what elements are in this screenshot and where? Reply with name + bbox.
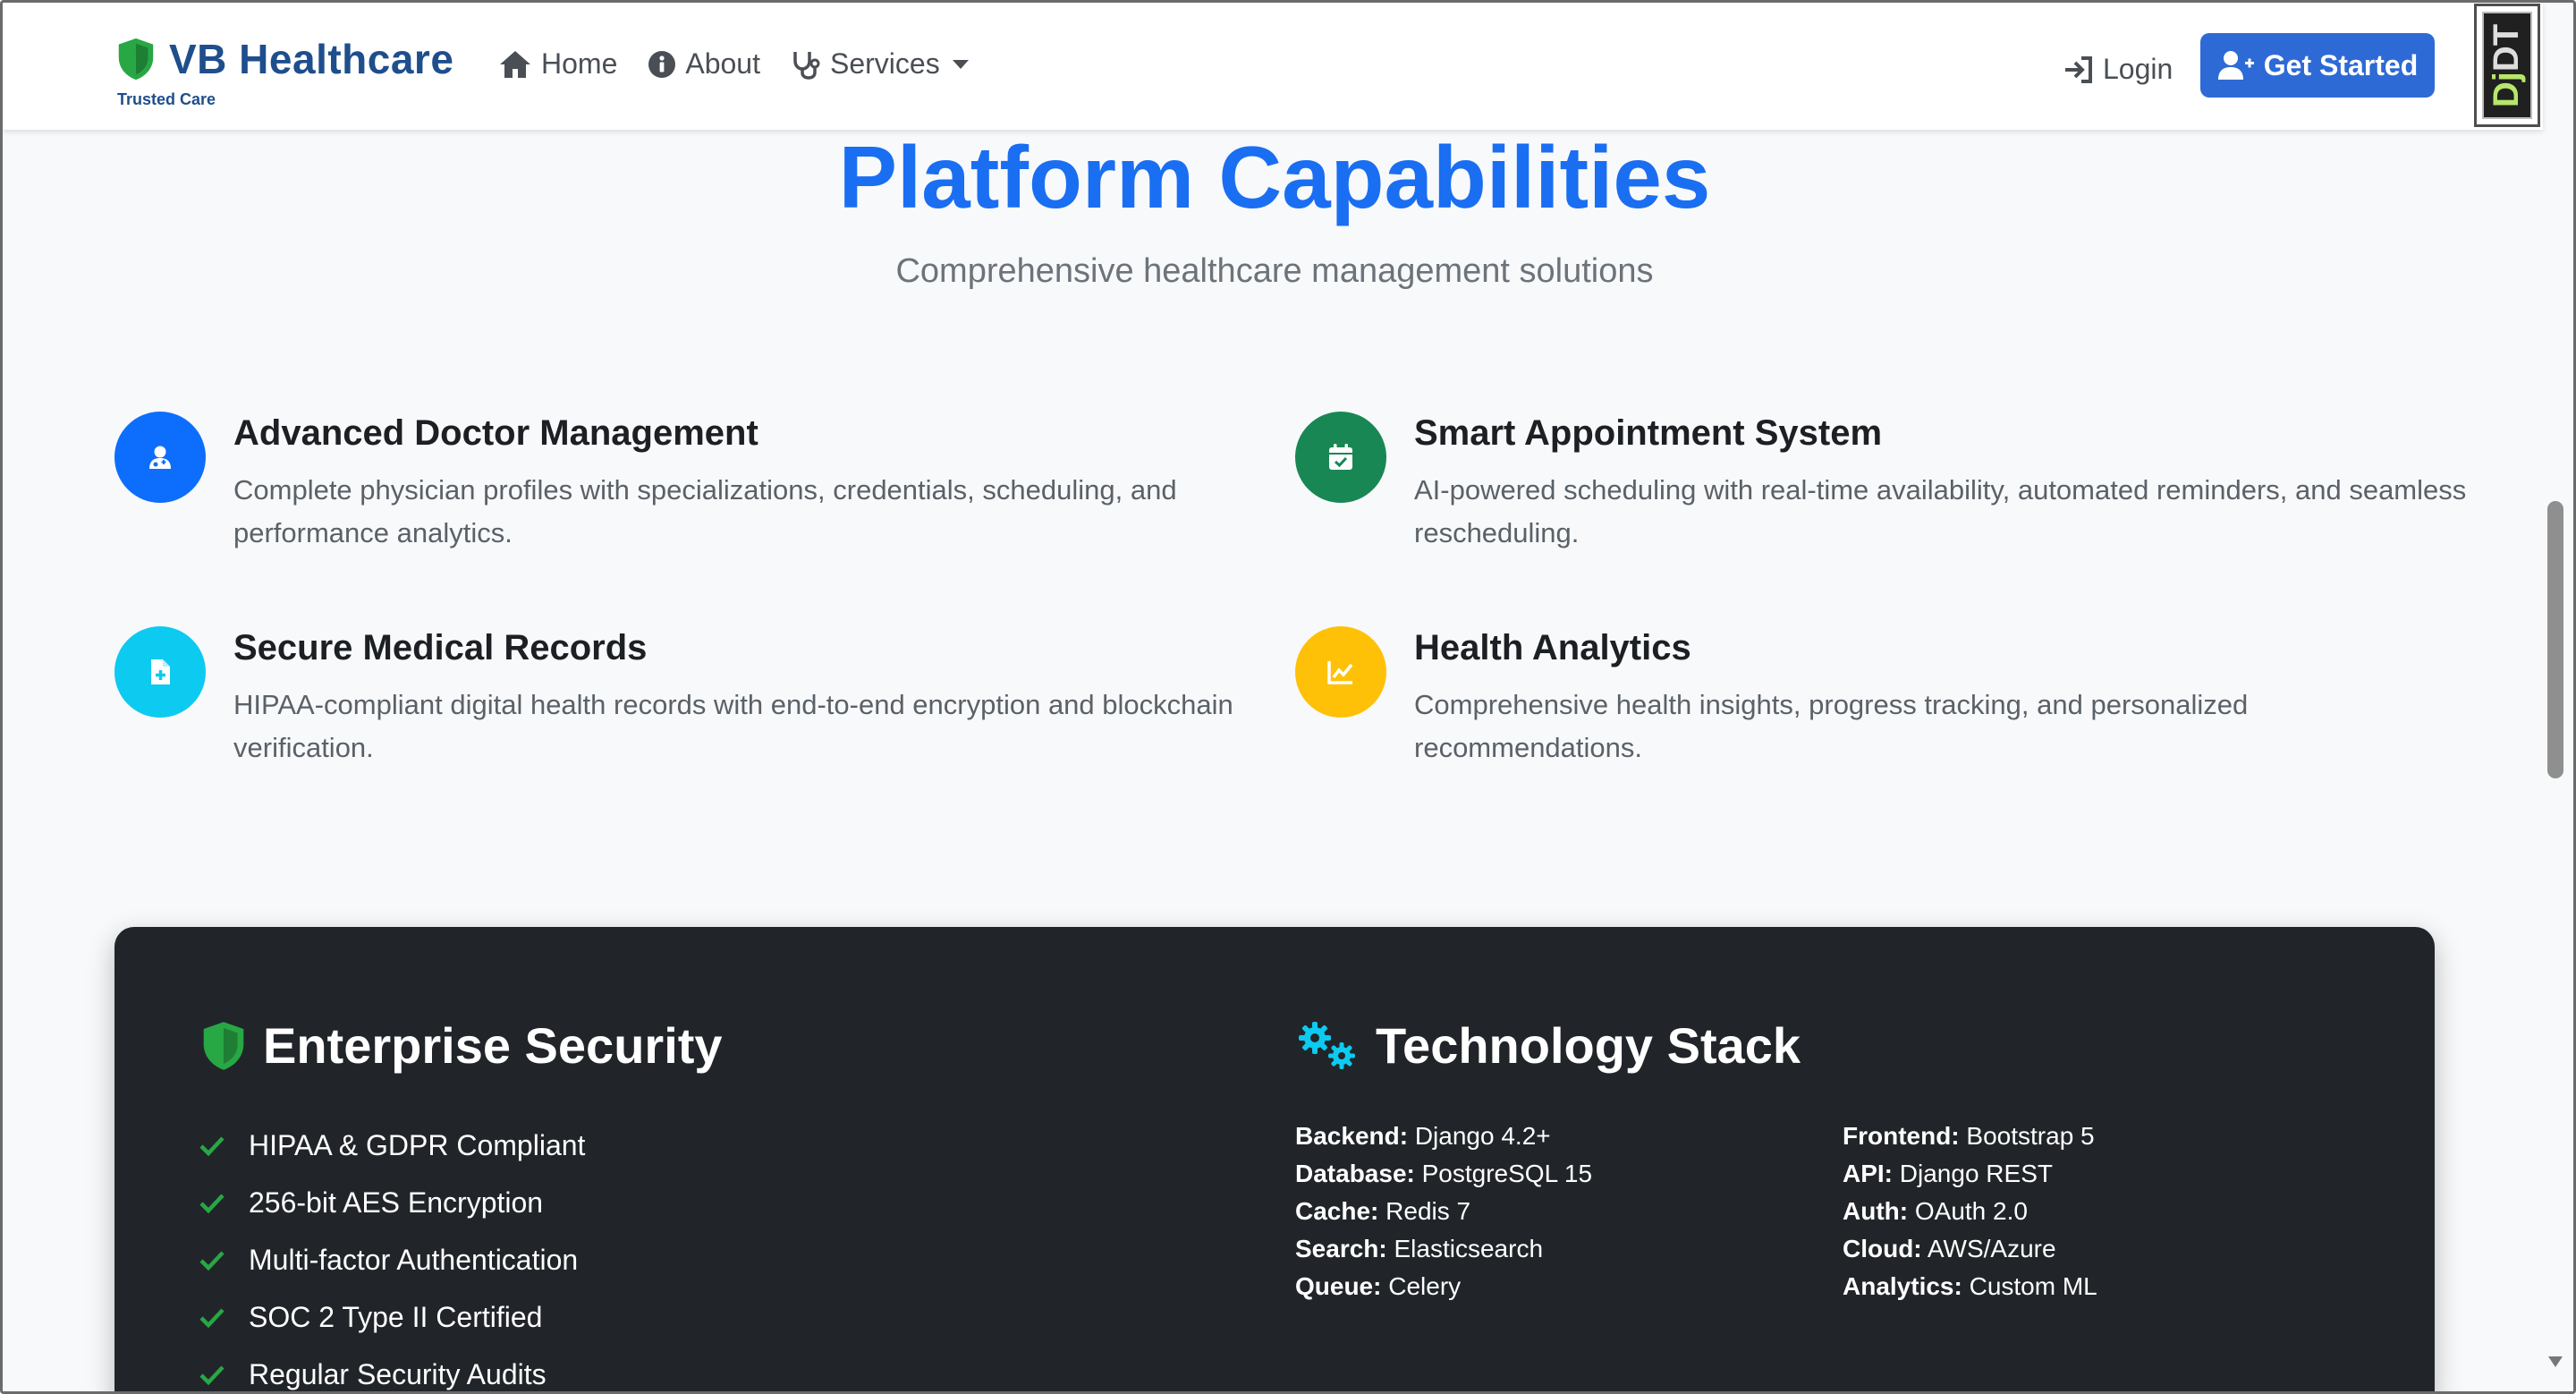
list-item-label: SOC 2 Type II Certified [249, 1300, 543, 1333]
file-medical-icon [114, 626, 206, 718]
scroll-down-arrow-icon[interactable] [2548, 1356, 2563, 1367]
tech-stack-row: Database: PostgreSQL 15 [1295, 1160, 1593, 1187]
security-list: HIPAA & GDPR Compliant 256-bit AES Encry… [199, 1117, 585, 1394]
brand-name: VB Healthcare [169, 36, 454, 82]
user-plus-icon [2217, 51, 2254, 80]
feature-description: Comprehensive health insights, progress … [1414, 689, 2249, 763]
nav-link-label: Services [829, 47, 940, 80]
list-item-label: Multi-factor Authentication [249, 1243, 579, 1276]
gears-icon [1299, 1021, 1355, 1069]
tech-stack-title: Technology Stack [1376, 1017, 1801, 1074]
home-icon [500, 50, 530, 78]
feature-title: Secure Medical Records [233, 628, 648, 667]
check-icon [199, 1308, 225, 1329]
info-icon [648, 50, 676, 78]
sign-in-icon [2065, 55, 2092, 83]
tech-stack-row: Cache: Redis 7 [1295, 1197, 1471, 1225]
list-item: SOC 2 Type II Certified [199, 1288, 585, 1346]
section-title: Platform Capabilities [838, 128, 1711, 226]
debug-toolbar-logo: DjDT [2482, 12, 2532, 119]
list-item-label: 256-bit AES Encryption [249, 1186, 544, 1219]
login-label: Login [2103, 53, 2174, 85]
navbar: VB Healthcare Trusted Care Home About Se… [3, 3, 2543, 130]
user-doctor-icon [114, 412, 206, 503]
tech-stack-row: Queue: Celery [1295, 1272, 1462, 1300]
get-started-label: Get Started [2263, 48, 2419, 81]
stethoscope-icon [793, 51, 820, 80]
tech-stack-row: Auth: OAuth 2.0 [1843, 1197, 2028, 1225]
security-tech-panel: Enterprise Security HIPAA & GDPR Complia… [114, 927, 2435, 1394]
debug-toolbar-label-suffix: DT [2487, 23, 2527, 72]
shield-icon [118, 38, 154, 81]
tech-stack-column-right: Frontend: Bootstrap 5 API: Django REST A… [1843, 1118, 2097, 1305]
scrollbar-thumb[interactable] [2547, 501, 2563, 778]
tech-stack-row: Cloud: AWS/Azure [1843, 1235, 2056, 1262]
nav-links: Home About Services [498, 47, 999, 81]
check-icon [199, 1365, 225, 1386]
nav-link-label: Home [541, 47, 618, 80]
get-started-button[interactable]: Get Started [2200, 33, 2435, 98]
calendar-check-icon [1295, 412, 1386, 503]
nav-link-home[interactable]: Home [498, 47, 617, 81]
chevron-down-icon [952, 59, 969, 69]
login-link[interactable]: Login [2063, 53, 2173, 86]
list-item: 256-bit AES Encryption [199, 1174, 585, 1231]
check-icon [199, 1136, 225, 1157]
check-icon [199, 1194, 225, 1214]
tech-stack-column-left: Backend: Django 4.2+ Database: PostgreSQ… [1295, 1118, 1592, 1305]
tech-stack-row: API: Django REST [1843, 1160, 2053, 1187]
nav-link-about[interactable]: About [648, 47, 760, 81]
debug-toolbar-handle[interactable]: DjDT [2474, 4, 2540, 127]
nav-link-label: About [685, 47, 760, 80]
tech-stack-row: Analytics: Custom ML [1843, 1272, 2097, 1300]
debug-toolbar-label-prefix: Dj [2487, 71, 2527, 107]
security-heading: Enterprise Security [200, 1016, 723, 1075]
check-icon [199, 1251, 225, 1271]
feature-title: Advanced Doctor Management [233, 413, 758, 453]
feature-description: AI-powered scheduling with real-time ava… [1414, 474, 2467, 548]
tech-stack-row: Backend: Django 4.2+ [1295, 1122, 1551, 1150]
list-item-label: HIPAA & GDPR Compliant [249, 1128, 586, 1161]
chart-line-icon [1295, 626, 1386, 718]
list-item: Regular Security Audits [199, 1346, 585, 1394]
section-subtitle: Comprehensive healthcare management solu… [895, 252, 1654, 290]
feature-title: Smart Appointment System [1414, 413, 1883, 453]
list-item-label: Regular Security Audits [249, 1357, 547, 1390]
brand[interactable]: VB Healthcare Trusted Care [115, 35, 453, 109]
list-item: Multi-factor Authentication [199, 1231, 585, 1288]
tech-stack-heading: Technology Stack [1295, 1016, 1801, 1075]
feature-description: HIPAA-compliant digital health records w… [233, 689, 1233, 763]
list-item: HIPAA & GDPR Compliant [199, 1117, 585, 1174]
brand-tagline: Trusted Care [117, 90, 216, 108]
shield-icon [203, 1021, 244, 1070]
security-title: Enterprise Security [263, 1017, 723, 1074]
feature-title: Health Analytics [1414, 628, 1691, 667]
tech-stack-row: Search: Elasticsearch [1295, 1235, 1544, 1262]
nav-link-services[interactable]: Services [791, 47, 969, 81]
tech-stack-row: Frontend: Bootstrap 5 [1843, 1122, 2095, 1150]
feature-description: Complete physician profiles with special… [233, 474, 1177, 548]
